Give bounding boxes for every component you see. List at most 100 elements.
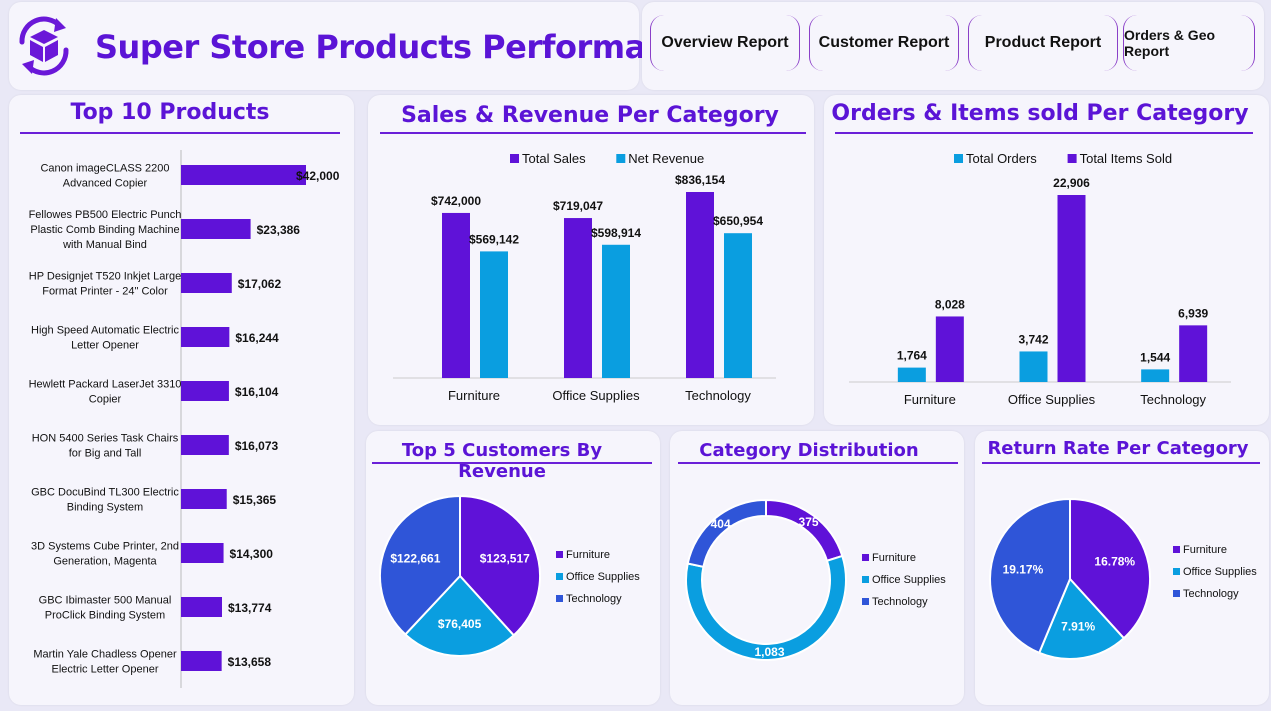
overview-report-button[interactable]: Overview Report	[650, 15, 800, 71]
sales-revenue-rule	[380, 132, 806, 134]
category-label: Office Supplies	[1008, 392, 1096, 407]
slice-value-label: $76,405	[438, 617, 482, 631]
legend-swatch	[1173, 568, 1180, 575]
bar-1	[935, 316, 964, 382]
bar-value-label: 1,544	[1140, 350, 1170, 364]
top-customers-rule	[372, 462, 652, 464]
product-value-label: $42,000	[296, 169, 340, 183]
product-bar	[181, 651, 222, 671]
bar-value-label: 8,028	[935, 297, 965, 311]
bar-value-label: 22,906	[1053, 176, 1090, 190]
category-label: Technology	[1140, 392, 1206, 407]
legend-swatch	[1067, 154, 1077, 163]
legend-swatch	[510, 154, 519, 163]
legend-label: Furniture	[872, 552, 916, 564]
product-name-label: Generation, Magenta	[53, 556, 157, 568]
top-products-rule	[20, 132, 340, 134]
orders-geo-report-button[interactable]: Orders & Geo Report	[1123, 15, 1255, 71]
slice-value-label: $122,661	[390, 551, 440, 565]
return-rate-title: Return Rate Per Category	[987, 438, 1249, 459]
slice-furniture	[765, 498, 844, 563]
customer-report-button[interactable]: Customer Report	[809, 15, 959, 71]
bar-1	[1179, 325, 1208, 382]
category-label: Office Supplies	[552, 388, 640, 403]
product-name-label: Canon imageCLASS 2200	[40, 163, 169, 175]
orders-items-title: Orders & Items sold Per Category	[831, 101, 1249, 126]
product-name-label: Copier	[89, 394, 122, 406]
product-bar	[181, 597, 222, 617]
top-products-chart: $42,000 Canon imageCLASS 2200 Advanced Cop…	[29, 150, 340, 688]
legend-swatch	[1173, 590, 1180, 597]
product-name-label: HP Designjet T520 Inkjet Large	[29, 271, 181, 283]
bar-1	[480, 251, 508, 378]
legend-label: Furniture	[1183, 544, 1227, 556]
legend-label: Net Revenue	[628, 151, 704, 166]
product-name-label: Martin Yale Chadless Opener	[33, 649, 177, 661]
category-label: Technology	[685, 388, 751, 403]
top-customers-chart: $123,517 $76,405 $122,661 Furniture Office S…	[379, 494, 640, 657]
product-value-label: $17,062	[238, 277, 282, 291]
page-title: Super Store Products Performance	[95, 28, 708, 66]
product-value-label: $13,658	[228, 655, 272, 669]
category-label: Furniture	[448, 388, 500, 403]
legend-swatch	[1173, 546, 1180, 553]
bar-1	[602, 244, 630, 378]
bar-1	[724, 233, 752, 378]
bar-0	[897, 367, 926, 382]
product-name-label: Plastic Comb Binding Machine	[30, 224, 179, 236]
product-value-label: $16,073	[235, 439, 279, 453]
bar-0	[442, 212, 470, 378]
slice-value-label: $123,517	[480, 552, 530, 566]
legend-label: Technology	[872, 596, 928, 608]
product-name-label: Electric Letter Opener	[52, 664, 159, 676]
product-name-label: Fellowes PB500 Electric Punch	[29, 209, 182, 221]
product-value-label: $15,365	[233, 493, 277, 507]
product-name-label: ProClick Binding System	[45, 610, 165, 622]
legend-label: Total Orders	[966, 151, 1037, 166]
legend-swatch	[556, 573, 563, 580]
category-label: Furniture	[904, 392, 956, 407]
return-rate-rule	[982, 462, 1260, 464]
product-bar	[181, 489, 227, 509]
legend-label: Office Supplies	[566, 571, 640, 583]
sales-revenue-chart: Total Sales Net Revenue $742,000 $569,142 Fu…	[393, 151, 776, 403]
legend-swatch	[616, 154, 626, 163]
product-name-label: Format Printer - 24" Color	[42, 286, 168, 298]
product-name-label: High Speed Automatic Electric	[31, 325, 179, 337]
slice-technology	[686, 498, 767, 568]
sales-revenue-title: Sales & Revenue Per Category	[401, 103, 779, 128]
bar-value-label: $742,000	[431, 194, 481, 208]
return-rate-chart: 16.78% 7.91% 19.17% Furniture Office Supplie…	[989, 497, 1257, 660]
category-distribution-title: Category Distribution	[699, 440, 919, 461]
legend-label: Office Supplies	[1183, 566, 1257, 578]
legend-swatch	[862, 576, 869, 583]
product-report-button[interactable]: Product Report	[968, 15, 1118, 71]
product-name-label: GBC DocuBind TL300 Electric	[31, 487, 179, 499]
bar-0	[686, 192, 714, 378]
bar-value-label: $650,954	[713, 214, 763, 228]
product-value-label: $14,300	[230, 547, 274, 561]
product-bar	[181, 543, 224, 563]
product-name-label: Binding System	[67, 502, 143, 514]
category-distribution-chart: 375 1,083 404 Furniture Office Supplies Techn…	[685, 498, 946, 661]
product-name-label: with Manual Bind	[62, 239, 147, 251]
product-value-label: $16,104	[235, 385, 279, 399]
product-name-label: HON 5400 Series Task Chairs	[32, 433, 179, 445]
product-bar	[181, 165, 306, 185]
orders-items-rule	[835, 132, 1253, 134]
legend-label: Furniture	[566, 549, 610, 561]
category-distribution-rule	[678, 462, 958, 464]
slice-value-label: 404	[711, 517, 731, 531]
product-name-label: 3D Systems Cube Printer, 2nd	[31, 541, 179, 553]
product-bar	[181, 381, 229, 401]
slice-value-label: 7.91%	[1061, 619, 1095, 633]
product-name-label: Advanced Copier	[63, 178, 148, 190]
bar-value-label: 1,764	[897, 349, 927, 363]
product-value-label: $13,774	[228, 601, 272, 615]
product-value-label: $16,244	[235, 331, 279, 345]
legend-label: Office Supplies	[872, 574, 946, 586]
bar-value-label: $598,914	[591, 226, 641, 240]
bar-value-label: 6,939	[1178, 306, 1208, 320]
bar-value-label: 3,742	[1018, 332, 1048, 346]
product-name-label: for Big and Tall	[69, 448, 142, 460]
